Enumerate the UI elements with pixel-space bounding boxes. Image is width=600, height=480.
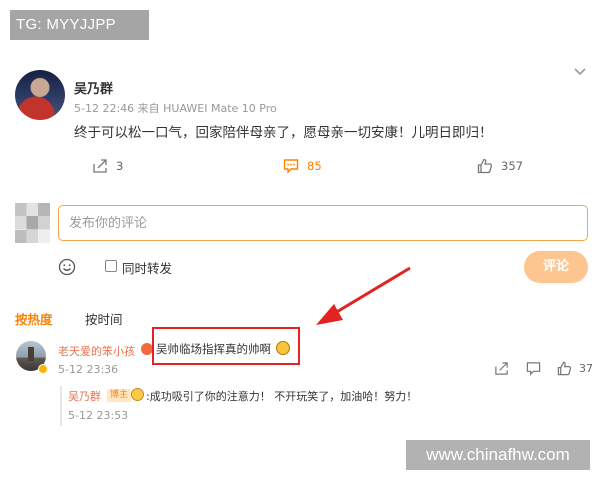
reply-text: :成功吸引了你的注意力！ 不开玩笑了，加油哈！努力！ [146,390,418,403]
thumbs-up-icon [477,158,493,174]
comment-icon [283,159,299,174]
comment-share-icon[interactable] [494,361,509,376]
tab-sort-hot[interactable]: 按热度 [15,309,53,328]
post-author-name[interactable]: 吴乃群 [74,78,113,97]
chevron-down-icon[interactable] [572,64,588,80]
repost-checkbox-label[interactable]: 同时转发 [122,258,172,277]
reply-divider [60,386,62,426]
tab-sort-time[interactable]: 按时间 [85,309,123,328]
repost-count: 3 [116,159,124,173]
comment-count: 85 [307,159,322,173]
post-text: 终于可以松一口气，回家陪伴母亲了，愿母亲一切安康！儿明日即归！ [74,125,493,141]
like-button[interactable]: 357 [477,157,523,175]
emoji-icon[interactable] [58,258,76,276]
comment-time: 5-12 23:36 [58,363,119,376]
highlight-box [152,327,300,365]
current-user-avatar [15,203,50,243]
comment-input[interactable] [58,205,588,241]
post-author-avatar[interactable] [15,70,65,120]
repost-button[interactable]: 3 [92,157,123,175]
watermark-bottom: www.chinafhw.com [406,440,590,470]
share-icon [93,159,107,173]
comment-username[interactable]: 老天爱的笨小孩 [58,343,135,359]
user-badge-icon [38,364,48,374]
post-meta: 5-12 22:46 来自 HUAWEI Mate 10 Pro [74,102,277,115]
author-tag: 博主 [107,389,132,402]
repost-checkbox[interactable] [105,260,117,272]
like-count: 357 [501,159,523,173]
submit-comment-button[interactable]: 评论 [524,251,588,283]
comment-like-count: 37 [579,362,593,375]
comment-reply-icon[interactable] [526,361,541,376]
comment-button[interactable]: 85 [283,157,322,175]
reply-username[interactable]: 吴乃群 [68,388,101,404]
reply-time: 5-12 23:53 [68,409,129,422]
thumbs-up-icon [557,361,572,376]
comment-like-button[interactable]: 37 [557,361,593,376]
watermark-top: TG: MYYJJPP [10,10,149,40]
laugh-emoji-icon [131,388,144,401]
